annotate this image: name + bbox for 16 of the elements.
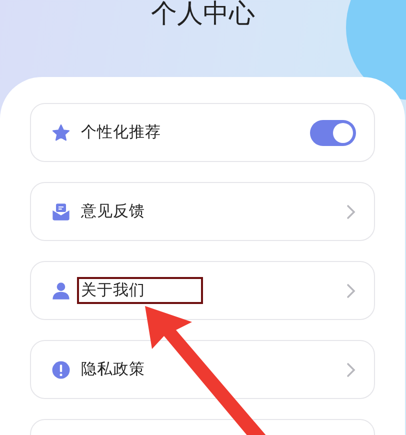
toggle-switch[interactable] xyxy=(310,120,356,146)
chevron-right-icon xyxy=(346,282,356,298)
menu-row[interactable]: 个性化推荐 xyxy=(30,103,375,162)
menu-row[interactable]: 意见反馈 xyxy=(30,182,375,241)
star-icon xyxy=(51,122,71,142)
menu-label: 关于我们 xyxy=(77,277,203,304)
menu-row[interactable]: 关于我们 xyxy=(30,261,375,320)
exclamation-icon xyxy=(51,360,71,380)
person-icon xyxy=(51,280,71,300)
menu-label: 隐私政策 xyxy=(80,359,146,380)
chevron-right-icon xyxy=(346,362,356,378)
menu-label: 个性化推荐 xyxy=(80,122,162,143)
envelope-icon xyxy=(51,202,71,222)
page-title: 个人中心 xyxy=(150,1,256,27)
chevron-right-icon xyxy=(346,204,356,220)
menu-label: 意见反馈 xyxy=(80,201,146,222)
